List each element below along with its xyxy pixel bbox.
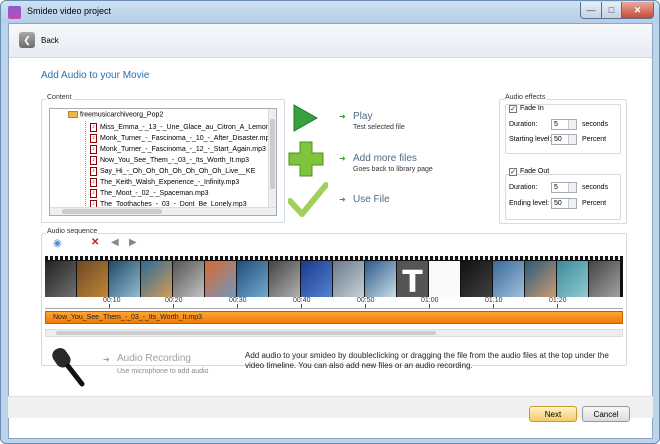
fade-in-duration-label: Duration: bbox=[509, 121, 538, 128]
ruler-label: 00:10 bbox=[103, 297, 121, 304]
fade-out-duration-unit: seconds bbox=[582, 184, 609, 191]
music-file-icon: ♪ bbox=[90, 155, 97, 165]
ending-level-unit: Percent bbox=[582, 200, 607, 207]
microphone-icon[interactable] bbox=[48, 346, 90, 388]
audio-track-clip[interactable]: Now_You_See_Them_-_03_-_Its_Worth_It.mp3 bbox=[45, 311, 623, 324]
nav-bar: ❮ Back bbox=[9, 24, 652, 58]
music-file-icon: ♪ bbox=[90, 166, 97, 176]
list-item[interactable]: ♪ Monk_Turner_-_Fascinoma_-_10_-_After_Di… bbox=[90, 133, 273, 143]
ruler-tick bbox=[173, 304, 174, 308]
arrow-right-icon: ➜ bbox=[103, 355, 110, 364]
timeline-scrollbar[interactable] bbox=[45, 329, 623, 337]
ruler-label: 00:30 bbox=[229, 297, 247, 304]
ruler-label: 01:20 bbox=[549, 297, 567, 304]
back-icon[interactable]: ❮ bbox=[19, 32, 35, 48]
play-description: Test selected file bbox=[353, 124, 405, 131]
minimize-button[interactable]: — bbox=[580, 2, 602, 19]
list-item[interactable]: ♪ The_Keith_Walsh_Experience_-_Infinity.m… bbox=[90, 177, 239, 187]
fade-in-duration-unit: seconds bbox=[582, 121, 609, 128]
arrow-left-icon[interactable]: ◀ bbox=[111, 237, 119, 248]
starting-level-stepper[interactable]: 50 bbox=[551, 134, 577, 145]
title-bar: Smideo video project — □ ✕ bbox=[1, 1, 659, 23]
app-window: Smideo video project — □ ✕ ❮ Back Add Au… bbox=[0, 0, 660, 444]
ruler-tick bbox=[301, 304, 302, 308]
fade-in-duration-stepper[interactable]: 5 bbox=[551, 119, 577, 130]
cancel-button[interactable]: Cancel bbox=[582, 406, 630, 422]
music-file-icon: ♪ bbox=[90, 122, 97, 132]
folder-icon bbox=[68, 111, 78, 118]
close-button[interactable]: ✕ bbox=[621, 2, 654, 19]
ruler-tick bbox=[557, 304, 558, 308]
starting-level-label: Starting level: bbox=[509, 136, 552, 143]
add-icon[interactable] bbox=[288, 141, 324, 177]
fade-out-group bbox=[505, 174, 621, 220]
fade-in-checkbox[interactable]: ✓ bbox=[509, 105, 517, 113]
timeline-ruler: 00:10 00:20 00:30 00:40 00:50 01:00 01:1… bbox=[45, 297, 623, 309]
ruler-label: 00:50 bbox=[357, 297, 375, 304]
fade-in-label: Fade In bbox=[520, 105, 544, 112]
checkmark-icon[interactable] bbox=[287, 181, 329, 219]
next-button[interactable]: Next bbox=[529, 406, 577, 422]
tree-vertical-scrollbar[interactable] bbox=[268, 109, 276, 215]
use-file-button[interactable]: Use File bbox=[353, 194, 390, 205]
tree-connector bbox=[85, 121, 86, 206]
add-files-description: Goes back to library page bbox=[353, 166, 433, 173]
ending-level-label: Ending level: bbox=[509, 200, 550, 207]
arrow-right-icon: ➜ bbox=[339, 195, 346, 204]
fade-out-label: Fade Out bbox=[520, 168, 550, 175]
ruler-tick bbox=[429, 304, 430, 308]
fade-out-checkbox[interactable]: ✓ bbox=[509, 168, 517, 176]
globe-icon[interactable]: ◉ bbox=[53, 238, 62, 249]
delete-icon[interactable]: ✕ bbox=[91, 237, 99, 248]
audio-recording-button[interactable]: Audio Recording bbox=[117, 353, 191, 364]
fade-out-duration-stepper[interactable]: 5 bbox=[551, 182, 577, 193]
audio-recording-description: Use microphone to add audio bbox=[117, 368, 209, 375]
client-area: ❮ Back Add Audio to your Movie Content f… bbox=[8, 23, 653, 439]
music-file-icon: ♪ bbox=[90, 144, 97, 154]
ruler-tick bbox=[237, 304, 238, 308]
add-files-button[interactable]: Add more files bbox=[353, 153, 417, 164]
audio-sequence-label: Audio sequence bbox=[46, 228, 99, 235]
back-button[interactable]: Back bbox=[41, 36, 59, 45]
ruler-tick bbox=[365, 304, 366, 308]
music-file-icon: ♪ bbox=[90, 177, 97, 187]
ruler-label: 00:20 bbox=[165, 297, 183, 304]
ruler-tick bbox=[493, 304, 494, 308]
arrow-right-icon[interactable]: ▶ bbox=[129, 237, 137, 248]
audio-effects-label: Audio effects bbox=[504, 94, 547, 101]
play-button[interactable]: Play bbox=[353, 111, 372, 122]
ruler-label: 00:40 bbox=[293, 297, 311, 304]
list-item[interactable]: ♪ Miss_Emma_-_13_-_Une_Glace_au_Citron_A_… bbox=[90, 122, 270, 132]
tree-root[interactable]: freemusicarchiveorg_Pop2 bbox=[68, 111, 163, 118]
music-file-icon: ♪ bbox=[90, 188, 97, 198]
window-title: Smideo video project bbox=[27, 6, 112, 16]
ruler-tick bbox=[109, 304, 110, 308]
starting-level-unit: Percent bbox=[582, 136, 607, 143]
list-item[interactable]: ♪ Monk_Turner_-_Fascinoma_-_12_-_Start_Ag… bbox=[90, 144, 266, 154]
help-text: Add audio to your smideo by doubleclicki… bbox=[245, 351, 609, 370]
content-label: Content bbox=[46, 94, 73, 101]
maximize-button[interactable]: □ bbox=[601, 2, 622, 19]
arrow-right-icon: ➜ bbox=[339, 154, 346, 163]
arrow-right-icon: ➜ bbox=[339, 112, 346, 121]
list-item[interactable]: ♪ Say_Hi_-_Oh_Oh_Oh_Oh_Oh_Oh_Oh_Live__KE bbox=[90, 166, 255, 176]
app-icon bbox=[8, 6, 21, 19]
tree-horizontal-scrollbar[interactable] bbox=[50, 207, 276, 215]
page-title: Add Audio to your Movie bbox=[41, 70, 150, 81]
fade-out-duration-label: Duration: bbox=[509, 184, 538, 191]
music-file-icon: ♪ bbox=[90, 133, 97, 143]
ruler-label: 01:00 bbox=[421, 297, 439, 304]
file-tree[interactable]: freemusicarchiveorg_Pop2 ♪ Miss_Emma_-_13… bbox=[49, 108, 277, 216]
play-icon[interactable] bbox=[292, 104, 319, 132]
ending-level-stepper[interactable]: 50 bbox=[551, 198, 577, 209]
list-item[interactable]: ♪ The_Moot_-_02_-_Spaceman.mp3 bbox=[90, 188, 209, 198]
ruler-label: 01:10 bbox=[485, 297, 503, 304]
list-item[interactable]: ♪ Now_You_See_Them_-_03_-_Its_Worth_It.mp… bbox=[90, 155, 249, 165]
